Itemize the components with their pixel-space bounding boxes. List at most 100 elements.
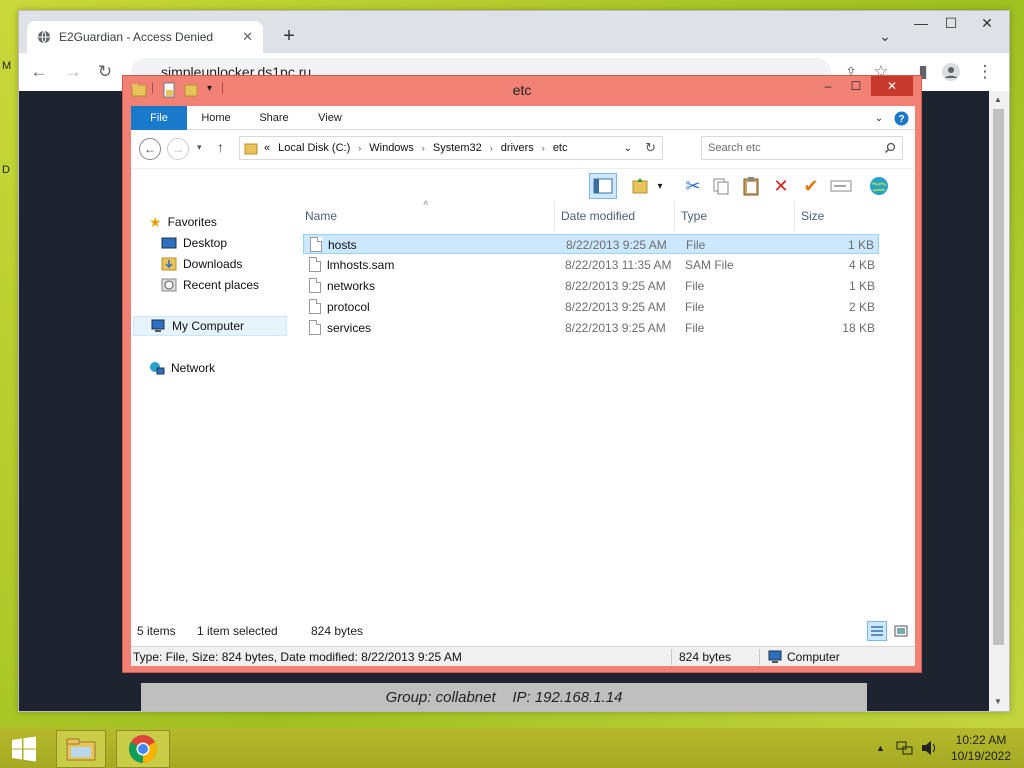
- up-arrow-icon[interactable]: ↑: [217, 139, 224, 155]
- profile-avatar-icon[interactable]: [939, 61, 963, 83]
- windows-logo-icon: [12, 736, 36, 762]
- file-type: File: [685, 279, 705, 293]
- tab-file[interactable]: File: [131, 106, 187, 130]
- breadcrumb-etc[interactable]: etc: [553, 142, 568, 154]
- details-view-icon[interactable]: [867, 621, 887, 641]
- browser-tab[interactable]: E2Guardian - Access Denied ✕: [27, 21, 263, 53]
- start-button[interactable]: [2, 730, 46, 768]
- breadcrumb-drivers[interactable]: drivers: [501, 142, 534, 154]
- nav-recent-places[interactable]: Recent places: [161, 275, 259, 295]
- nav-desktop[interactable]: Desktop: [161, 233, 227, 253]
- nav-label: Downloads: [183, 257, 243, 271]
- file-name: networks: [327, 279, 376, 293]
- maximize-button[interactable]: ☐: [939, 13, 963, 33]
- minimize-button[interactable]: —: [909, 13, 933, 33]
- scrollbar-thumb[interactable]: [993, 109, 1004, 645]
- search-input[interactable]: Search etc: [701, 136, 903, 160]
- clock-date: 10/19/2022: [950, 749, 1012, 763]
- breadcrumb-windows[interactable]: Windows: [369, 142, 414, 154]
- chrome-taskbar-button[interactable]: [116, 730, 170, 768]
- menu-kebab-icon[interactable]: ⋮: [973, 61, 997, 83]
- explorer-titlebar: | ▾ | etc ‒ ☐ ✕: [123, 76, 921, 104]
- close-window-button[interactable]: ✕: [975, 13, 999, 33]
- explorer-minimize-button[interactable]: ‒: [815, 76, 841, 96]
- scroll-down-icon[interactable]: ▼: [994, 697, 1002, 706]
- copy-icon[interactable]: [707, 173, 735, 199]
- system-clock[interactable]: 10:22 AM 10/19/2022: [944, 732, 1018, 764]
- new-tab-button[interactable]: +: [277, 25, 301, 47]
- explorer-close-button[interactable]: ✕: [871, 76, 913, 96]
- file-row[interactable]: services 8/22/2013 9:25 AM File 18 KB: [303, 318, 879, 338]
- selection-count: 1 item selected: [197, 624, 278, 638]
- checkmark-icon[interactable]: ✔: [797, 173, 825, 199]
- nav-favorites[interactable]: ★ Favorites: [149, 212, 217, 232]
- file-date: 8/22/2013 9:25 AM: [565, 300, 666, 314]
- file-row[interactable]: lmhosts.sam 8/22/2013 11:35 AM SAM File …: [303, 255, 879, 275]
- tab-search-icon[interactable]: ⌄: [873, 26, 897, 46]
- folder-options-icon[interactable]: [627, 173, 655, 199]
- show-hidden-icons-icon[interactable]: ▲: [876, 728, 885, 768]
- folder-icon: [244, 143, 258, 155]
- tab-title: E2Guardian - Access Denied: [59, 30, 214, 44]
- forward-arrow-icon[interactable]: →: [61, 61, 85, 83]
- large-icons-view-icon[interactable]: [891, 621, 911, 641]
- breadcrumb-local-disk[interactable]: Local Disk (C:): [278, 142, 350, 154]
- recent-places-icon: [161, 278, 177, 292]
- tab-view[interactable]: View: [307, 106, 353, 130]
- nav-label: Network: [171, 361, 216, 375]
- file-row[interactable]: networks 8/22/2013 9:25 AM File 1 KB: [303, 276, 879, 296]
- paste-clipboard-icon[interactable]: [737, 173, 765, 199]
- rename-icon[interactable]: [827, 173, 855, 199]
- column-header-date[interactable]: Date modified: [555, 202, 675, 230]
- globe-icon: [38, 30, 50, 44]
- navigation-pane: ★ Favorites Desktop Downloads Recent pla…: [131, 202, 291, 622]
- column-header-name[interactable]: Name: [299, 202, 555, 230]
- cut-scissors-icon[interactable]: ✂: [679, 173, 707, 199]
- forward-button[interactable]: →: [167, 138, 189, 160]
- computer-icon: [151, 319, 165, 332]
- nav-label: Favorites: [167, 215, 217, 229]
- command-toolbar: ▾ ✂ ✕ ✔: [131, 168, 915, 202]
- preview-pane-icon[interactable]: [589, 173, 617, 199]
- status-bar: 5 items 1 item selected 824 bytes: [131, 621, 915, 645]
- refresh-icon[interactable]: ↻: [645, 140, 656, 156]
- help-icon[interactable]: ?: [891, 106, 911, 130]
- tab-share[interactable]: Share: [251, 106, 297, 130]
- nav-network[interactable]: Network: [149, 358, 215, 378]
- delete-x-icon[interactable]: ✕: [767, 173, 795, 199]
- chrome-icon: [129, 735, 157, 763]
- taskbar: ▲ 10:22 AM 10/19/2022: [0, 728, 1024, 768]
- page-scrollbar[interactable]: ▲ ▼: [989, 91, 1009, 711]
- file-explorer-taskbar-button[interactable]: [56, 730, 106, 768]
- scroll-up-icon[interactable]: ▲: [994, 95, 1002, 104]
- recent-locations-icon[interactable]: ▾: [197, 142, 202, 153]
- nav-downloads[interactable]: Downloads: [161, 254, 242, 274]
- column-header-size[interactable]: Size: [795, 202, 875, 230]
- column-header-type[interactable]: Type: [675, 202, 795, 230]
- file-icon: [309, 320, 321, 335]
- clock-time: 10:22 AM: [955, 733, 1007, 747]
- network-status-icon[interactable]: [896, 728, 914, 768]
- breadcrumb-overflow[interactable]: «: [264, 142, 270, 154]
- explorer-maximize-button[interactable]: ☐: [843, 76, 869, 96]
- file-size: 2 KB: [848, 300, 875, 314]
- options-dropdown-icon[interactable]: ▾: [653, 173, 667, 199]
- nav-my-computer[interactable]: My Computer: [133, 316, 287, 336]
- file-row[interactable]: protocol 8/22/2013 9:25 AM File 2 KB: [303, 297, 879, 317]
- ribbon-tabs: File Home Share View ⌄ ?: [131, 106, 915, 130]
- expand-ribbon-icon[interactable]: ⌄: [869, 106, 889, 130]
- file-icon: [309, 257, 321, 272]
- reload-icon[interactable]: ↻: [93, 61, 117, 83]
- close-tab-icon[interactable]: ✕: [242, 29, 253, 45]
- globe-network-icon[interactable]: [865, 173, 893, 199]
- tab-home[interactable]: Home: [193, 106, 239, 130]
- address-dropdown-icon[interactable]: ⌄: [624, 143, 632, 154]
- file-row[interactable]: hosts 8/22/2013 9:25 AM File 1 KB: [303, 234, 879, 254]
- back-arrow-icon[interactable]: ←: [27, 61, 51, 83]
- breadcrumb-system32[interactable]: System32: [433, 142, 482, 154]
- back-button[interactable]: ←: [139, 138, 161, 160]
- desktop-icon-label: D: [2, 164, 10, 176]
- status-location: Computer: [767, 647, 840, 667]
- address-bar[interactable]: « Local Disk (C:) › Windows › System32 ›…: [239, 136, 663, 160]
- volume-speaker-icon[interactable]: [920, 728, 938, 768]
